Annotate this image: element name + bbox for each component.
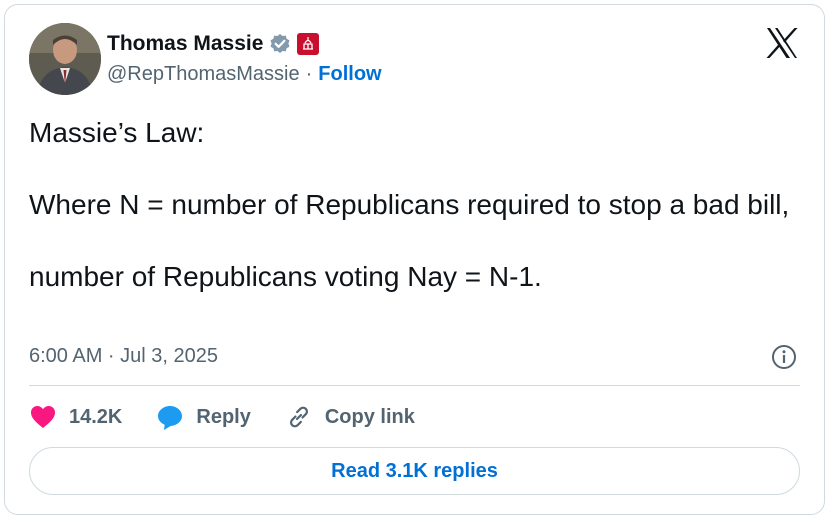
tweet-card: Thomas Massie @RepThomasMassie · Follow — [4, 4, 825, 515]
divider — [29, 385, 800, 386]
avatar-photo — [29, 23, 101, 95]
reply-label: Reply — [196, 405, 251, 428]
tweet-timestamp[interactable]: 6:00 AM · Jul 3, 2025 — [29, 345, 218, 368]
author-name-row: Thomas Massie — [107, 29, 320, 59]
link-icon — [289, 406, 308, 428]
verified-badge-icon — [269, 33, 291, 55]
info-icon[interactable] — [770, 343, 798, 371]
follow-button[interactable]: Follow — [318, 63, 381, 86]
author-handle[interactable]: @RepThomasMassie — [107, 63, 300, 86]
like-button[interactable]: 14.2K — [29, 404, 122, 430]
read-replies-button[interactable]: Read 3.1K replies — [29, 447, 800, 495]
author-name[interactable]: Thomas Massie — [107, 32, 263, 56]
copy-link-label: Copy link — [324, 405, 415, 428]
government-badge-icon — [297, 33, 320, 55]
heart-icon — [31, 406, 55, 428]
author-handle-row: @RepThomasMassie · Follow — [107, 63, 382, 86]
tweet-text: Massie’s Law: Where N = number of Republ… — [29, 117, 790, 292]
avatar[interactable] — [29, 23, 101, 95]
action-bar: 14.2K Reply Copy link — [29, 403, 449, 431]
reply-button[interactable]: Reply — [156, 403, 251, 431]
copy-link-button[interactable]: Copy link — [285, 403, 415, 431]
like-count: 14.2K — [69, 405, 123, 428]
x-logo-icon[interactable] — [764, 25, 800, 61]
reply-bubble-icon — [158, 406, 183, 430]
separator-dot: · — [305, 63, 313, 85]
